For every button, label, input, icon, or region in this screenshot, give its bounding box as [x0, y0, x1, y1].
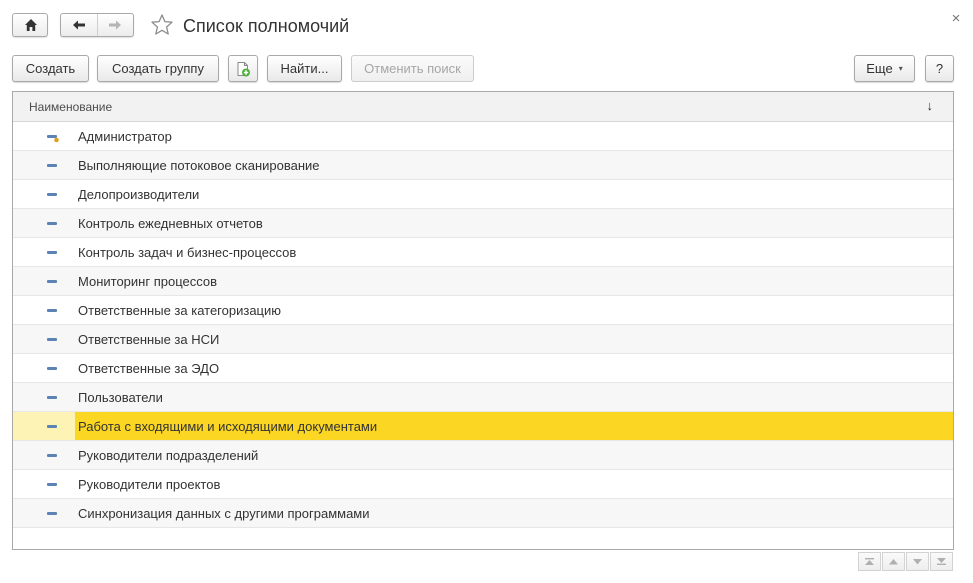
row-name: Руководители проектов — [78, 477, 221, 492]
table-header[interactable]: Наименование ↓ — [13, 92, 953, 122]
item-icon — [47, 512, 57, 515]
table-row[interactable]: Контроль задач и бизнес-процессов — [13, 238, 953, 267]
create-group-button[interactable]: Создать группу — [97, 55, 219, 82]
home-button[interactable] — [12, 13, 48, 37]
home-icon — [25, 19, 37, 31]
table-row[interactable]: Мониторинг процессов — [13, 267, 953, 296]
scroll-last-button[interactable] — [930, 552, 953, 571]
row-name: Выполняющие потоковое сканирование — [78, 158, 320, 173]
table-row[interactable]: Администратор — [13, 122, 953, 151]
sort-descending-icon[interactable]: ↓ — [927, 98, 934, 113]
scroll-top-icon — [865, 558, 874, 565]
table-row[interactable]: Ответственные за НСИ — [13, 325, 953, 354]
row-name: Ответственные за ЭДО — [78, 361, 220, 376]
table-row[interactable]: Руководители проектов — [13, 470, 953, 499]
table-body: Администратор Выполняющие потоковое скани… — [13, 122, 953, 528]
find-button[interactable]: Найти... — [267, 55, 342, 82]
row-name: Ответственные за НСИ — [78, 332, 220, 347]
add-document-icon — [237, 61, 250, 76]
cancel-search-button[interactable]: Отменить поиск — [351, 55, 474, 82]
item-icon — [47, 454, 57, 457]
row-name: Синхронизация данных с другими программа… — [78, 506, 370, 521]
row-name: Руководители подразделений — [78, 448, 259, 463]
navigation-buttons — [60, 13, 134, 37]
row-name: Работа с входящими и исходящими документ… — [78, 419, 378, 434]
item-icon — [47, 280, 57, 283]
add-copy-button[interactable] — [228, 55, 258, 82]
scroll-up-button[interactable] — [882, 552, 905, 571]
back-button[interactable] — [61, 14, 97, 36]
row-name: Мониторинг процессов — [78, 274, 218, 289]
row-name: Делопроизводители — [78, 187, 200, 202]
forward-button[interactable] — [96, 14, 134, 36]
item-icon — [47, 251, 57, 254]
item-icon — [47, 425, 57, 428]
row-name: Администратор — [78, 129, 172, 144]
scroll-down-button[interactable] — [906, 552, 929, 571]
row-name: Контроль ежедневных отчетов — [78, 216, 263, 231]
item-with-key-icon — [47, 135, 59, 143]
chevron-up-icon — [889, 559, 898, 565]
item-icon — [47, 193, 57, 196]
row-name: Ответственные за категоризацию — [78, 303, 282, 318]
item-icon — [47, 483, 57, 486]
item-icon — [47, 367, 57, 370]
page-title: Список полномочий — [183, 16, 350, 36]
item-icon — [47, 222, 57, 225]
chevron-down-icon — [913, 559, 922, 565]
table-row[interactable]: Пользователи — [13, 383, 953, 412]
row-name: Контроль задач и бизнес-процессов — [78, 245, 297, 260]
table-row[interactable]: Выполняющие потоковое сканирование — [13, 151, 953, 180]
create-button[interactable]: Создать — [12, 55, 89, 82]
star-icon[interactable] — [150, 13, 174, 37]
help-button[interactable]: ? — [925, 55, 954, 82]
scroll-bottom-icon — [937, 558, 946, 565]
table-row[interactable]: Руководители подразделений — [13, 441, 953, 470]
table-row[interactable]: Работа с входящими и исходящими документ… — [13, 412, 953, 441]
item-icon — [47, 164, 57, 167]
column-header-name[interactable]: Наименование — [29, 100, 112, 114]
item-icon — [47, 396, 57, 399]
row-name: Пользователи — [78, 390, 163, 405]
close-icon[interactable]: × — [948, 11, 964, 27]
table-row[interactable]: Ответственные за категоризацию — [13, 296, 953, 325]
table-row[interactable]: Синхронизация данных с другими программа… — [13, 499, 953, 528]
table-row[interactable]: Делопроизводители — [13, 180, 953, 209]
chevron-down-icon: ▾ — [898, 64, 903, 73]
authority-list-table[interactable]: Наименование ↓ Администратор Выполняющие … — [12, 91, 954, 550]
arrow-right-icon — [109, 20, 122, 30]
more-label: Еще — [866, 61, 893, 76]
scroll-first-button[interactable] — [858, 552, 881, 571]
item-icon — [47, 338, 57, 341]
item-icon — [47, 309, 57, 312]
more-menu-button[interactable]: Еще ▾ — [854, 55, 915, 82]
table-row[interactable]: Ответственные за ЭДО — [13, 354, 953, 383]
table-row[interactable]: Контроль ежедневных отчетов — [13, 209, 953, 238]
arrow-left-icon — [72, 20, 85, 30]
